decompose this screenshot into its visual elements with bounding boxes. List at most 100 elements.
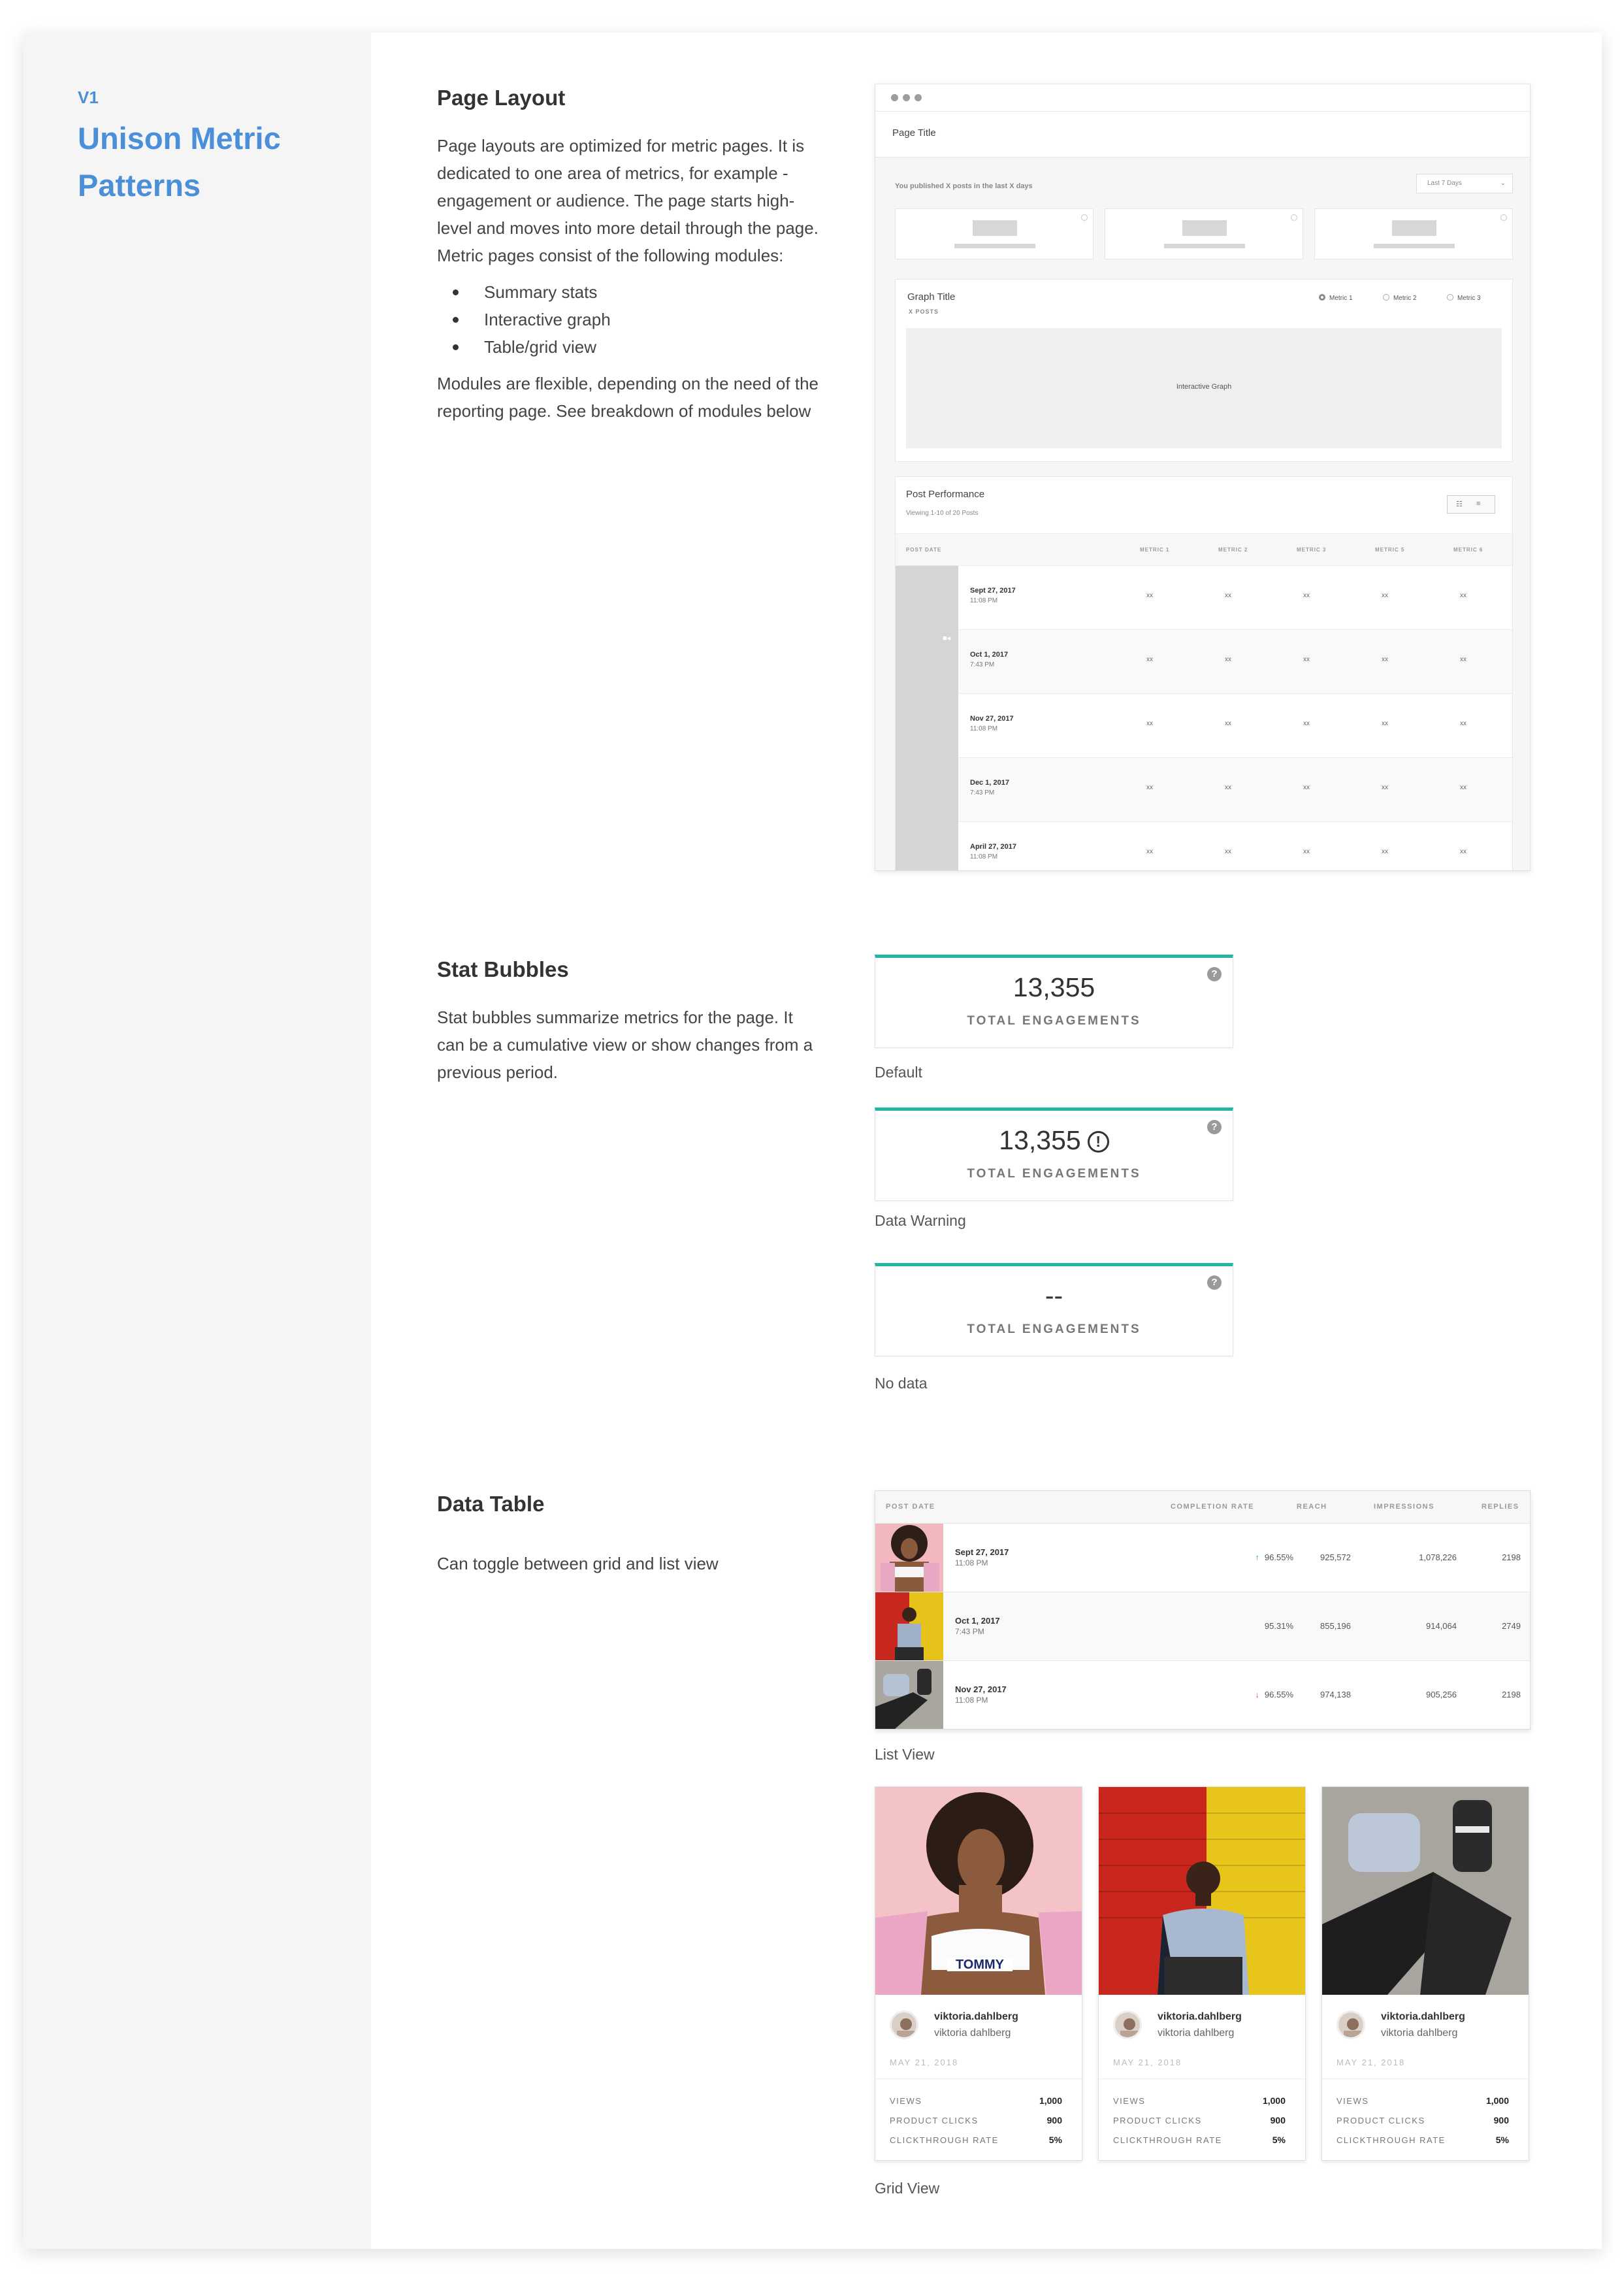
username[interactable]: viktoria.dahlberg [934, 2011, 1018, 2023]
metric-label: VIEWS [1113, 2096, 1146, 2106]
date-range-value: Last 7 Days [1427, 180, 1462, 187]
table-row[interactable]: Sept 27, 2017 11:08 PM xx xx xx xx xx [896, 566, 1512, 630]
grid-card[interactable]: viktoria.dahlberg viktoria dahlberg MAY … [1098, 1786, 1306, 2161]
table-row[interactable]: Oct 1, 2017 7:43 PM 95.31% 855,196 914,0… [875, 1592, 1530, 1661]
warning-icon[interactable]: ! [1087, 1131, 1109, 1153]
list-view-icon[interactable]: ≡ [1476, 500, 1480, 508]
impressions-cell: 905,256 [1426, 1690, 1457, 1699]
help-icon[interactable]: ? [1207, 1275, 1222, 1290]
table-row[interactable]: Nov 27, 2017 11:08 PM ↓ 96.55% 974,138 90… [875, 1661, 1530, 1729]
metric-cell: xx [1460, 720, 1466, 727]
post-date: Oct 1, 2017 [970, 651, 1009, 659]
impressions-cell: 914,064 [1426, 1621, 1457, 1631]
window-dot-icon [903, 94, 910, 101]
column-header[interactable]: IMPRESSIONS [1374, 1503, 1434, 1511]
page-header: Page Title [875, 112, 1530, 157]
metric-cell: xx [1225, 784, 1231, 791]
post-photo: TOMMY [875, 1787, 1082, 1995]
column-header[interactable]: METRIC 5 [1375, 547, 1404, 553]
stat-bubble-caption: Default [875, 1064, 922, 1081]
stat-value-wrap: 13,355! [875, 1125, 1233, 1156]
avatar[interactable] [1113, 2010, 1142, 2039]
metric-cell: xx [1146, 656, 1153, 663]
help-icon[interactable]: ? [1207, 1120, 1222, 1134]
display-name: viktoria dahlberg [1158, 2027, 1235, 2039]
help-icon[interactable]: ? [1207, 967, 1222, 981]
column-header[interactable]: REACH [1297, 1503, 1327, 1511]
metric-cell: xx [1225, 656, 1231, 663]
column-header[interactable]: METRIC 1 [1140, 547, 1169, 553]
grid-card[interactable]: TOMMY viktoria.dahlberg viktoria dahlber… [875, 1786, 1082, 2161]
column-header[interactable]: METRIC 3 [1297, 547, 1326, 553]
post-date: Nov 27, 2017 [970, 715, 1014, 723]
post-time: 7:43 PM [970, 661, 995, 668]
table-row[interactable]: ■◂ Oct 1, 2017 7:43 PM xx xx xx xx xx [896, 630, 1512, 694]
metric-value: 1,000 [1262, 2095, 1286, 2106]
data-table-description: Can toggle between grid and list view [437, 1554, 719, 1573]
post-performance-module: Post Performance Viewing 1-10 of 20 Post… [895, 476, 1513, 870]
username[interactable]: viktoria.dahlberg [1381, 2011, 1465, 2023]
stat-bubble-default: 13,355 TOTAL ENGAGEMENTS ? [875, 955, 1233, 1048]
view-toggle[interactable]: ☷ ≡ [1447, 495, 1495, 514]
graph-placeholder-label: Interactive Graph [1176, 383, 1232, 391]
column-header[interactable]: METRIC 2 [1218, 547, 1248, 553]
metric-cell: xx [1382, 656, 1388, 663]
grid-card[interactable]: viktoria.dahlberg viktoria dahlberg MAY … [1321, 1786, 1529, 2161]
replies-cell: 2749 [1502, 1621, 1521, 1631]
list-view-table: POST DATE COMPLETION RATE REACH IMPRESSI… [875, 1490, 1531, 1730]
avatar[interactable] [1336, 2010, 1365, 2039]
video-icon: ■◂ [943, 634, 951, 642]
post-date: MAY 21, 2018 [890, 2058, 959, 2067]
metric-label: VIEWS [890, 2096, 922, 2106]
column-header[interactable]: REPLIES [1482, 1503, 1519, 1511]
artboard: V1 Unison Metric Patterns Page Layout Pa… [24, 33, 1602, 2249]
post-thumbnail [896, 758, 958, 822]
post-time: 11:08 PM [970, 853, 998, 861]
post-date: Dec 1, 2017 [970, 779, 1009, 787]
graph-area[interactable]: Interactive Graph [906, 328, 1502, 448]
display-name: viktoria dahlberg [934, 2027, 1011, 2039]
metric-label: CLICKTHROUGH RATE [890, 2135, 999, 2145]
table-row[interactable]: April 27, 2017 11:08 PM xx xx xx xx xx [896, 822, 1512, 870]
column-header[interactable]: POST DATE [886, 1503, 935, 1511]
display-name: viktoria dahlberg [1381, 2027, 1458, 2039]
window-dot-icon [891, 94, 898, 101]
reach-cell: 974,138 [1320, 1690, 1351, 1699]
summary-stat-placeholder [895, 208, 1094, 259]
date-range-dropdown[interactable]: Last 7 Days ⌄ [1416, 174, 1513, 193]
avatar[interactable] [890, 2010, 918, 2039]
table-row[interactable]: Dec 1, 2017 7:43 PM xx xx xx xx xx [896, 758, 1512, 822]
column-header[interactable]: METRIC 6 [1453, 547, 1483, 553]
post-date: MAY 21, 2018 [1113, 2058, 1182, 2067]
post-photo [1099, 1787, 1305, 1995]
trend-up-icon: ↑ [1255, 1552, 1259, 1562]
stat-label: TOTAL ENGAGEMENTS [967, 1167, 1141, 1181]
stat-label: TOTAL ENGAGEMENTS [967, 1014, 1141, 1028]
metric-radio-2[interactable]: Metric 2 [1383, 294, 1417, 302]
metric-label: CLICKTHROUGH RATE [1113, 2135, 1222, 2145]
metric-label: PRODUCT CLICKS [890, 2116, 979, 2125]
page-title: Page Title [892, 127, 936, 139]
summary-stat-placeholder [1105, 208, 1303, 259]
browser-bar [875, 84, 1530, 112]
trend-down-icon: ↓ [1255, 1690, 1259, 1699]
module-list-item: Table/grid view [437, 333, 822, 361]
metric-cell: xx [1460, 592, 1466, 599]
window-dot-icon [915, 94, 922, 101]
module-list-item: Summary stats [437, 278, 822, 306]
post-date: Nov 27, 2017 [955, 1684, 1007, 1694]
metric-radio-3[interactable]: Metric 3 [1447, 294, 1481, 302]
stat-value: 13,355 [1012, 972, 1095, 1002]
post-thumbnail: ■◂ [896, 630, 958, 694]
grid-view-icon[interactable]: ☷ [1456, 500, 1463, 508]
impressions-cell: 1,078,226 [1419, 1552, 1457, 1562]
table-row[interactable]: Sept 27, 2017 11:08 PM ↑ 96.55% 925,572 1… [875, 1524, 1530, 1592]
column-header[interactable]: POST DATE [906, 547, 941, 553]
table-row[interactable]: Nov 27, 2017 11:08 PM xx xx xx xx xx [896, 694, 1512, 758]
metric-cell: xx [1303, 784, 1310, 791]
metric-cell: xx [1303, 656, 1310, 663]
column-header[interactable]: COMPLETION RATE [1171, 1503, 1254, 1511]
username[interactable]: viktoria.dahlberg [1158, 2011, 1242, 2023]
metric-radio-1[interactable]: Metric 1 [1319, 294, 1353, 302]
table-subtitle: Viewing 1-10 of 20 Posts [906, 510, 979, 517]
